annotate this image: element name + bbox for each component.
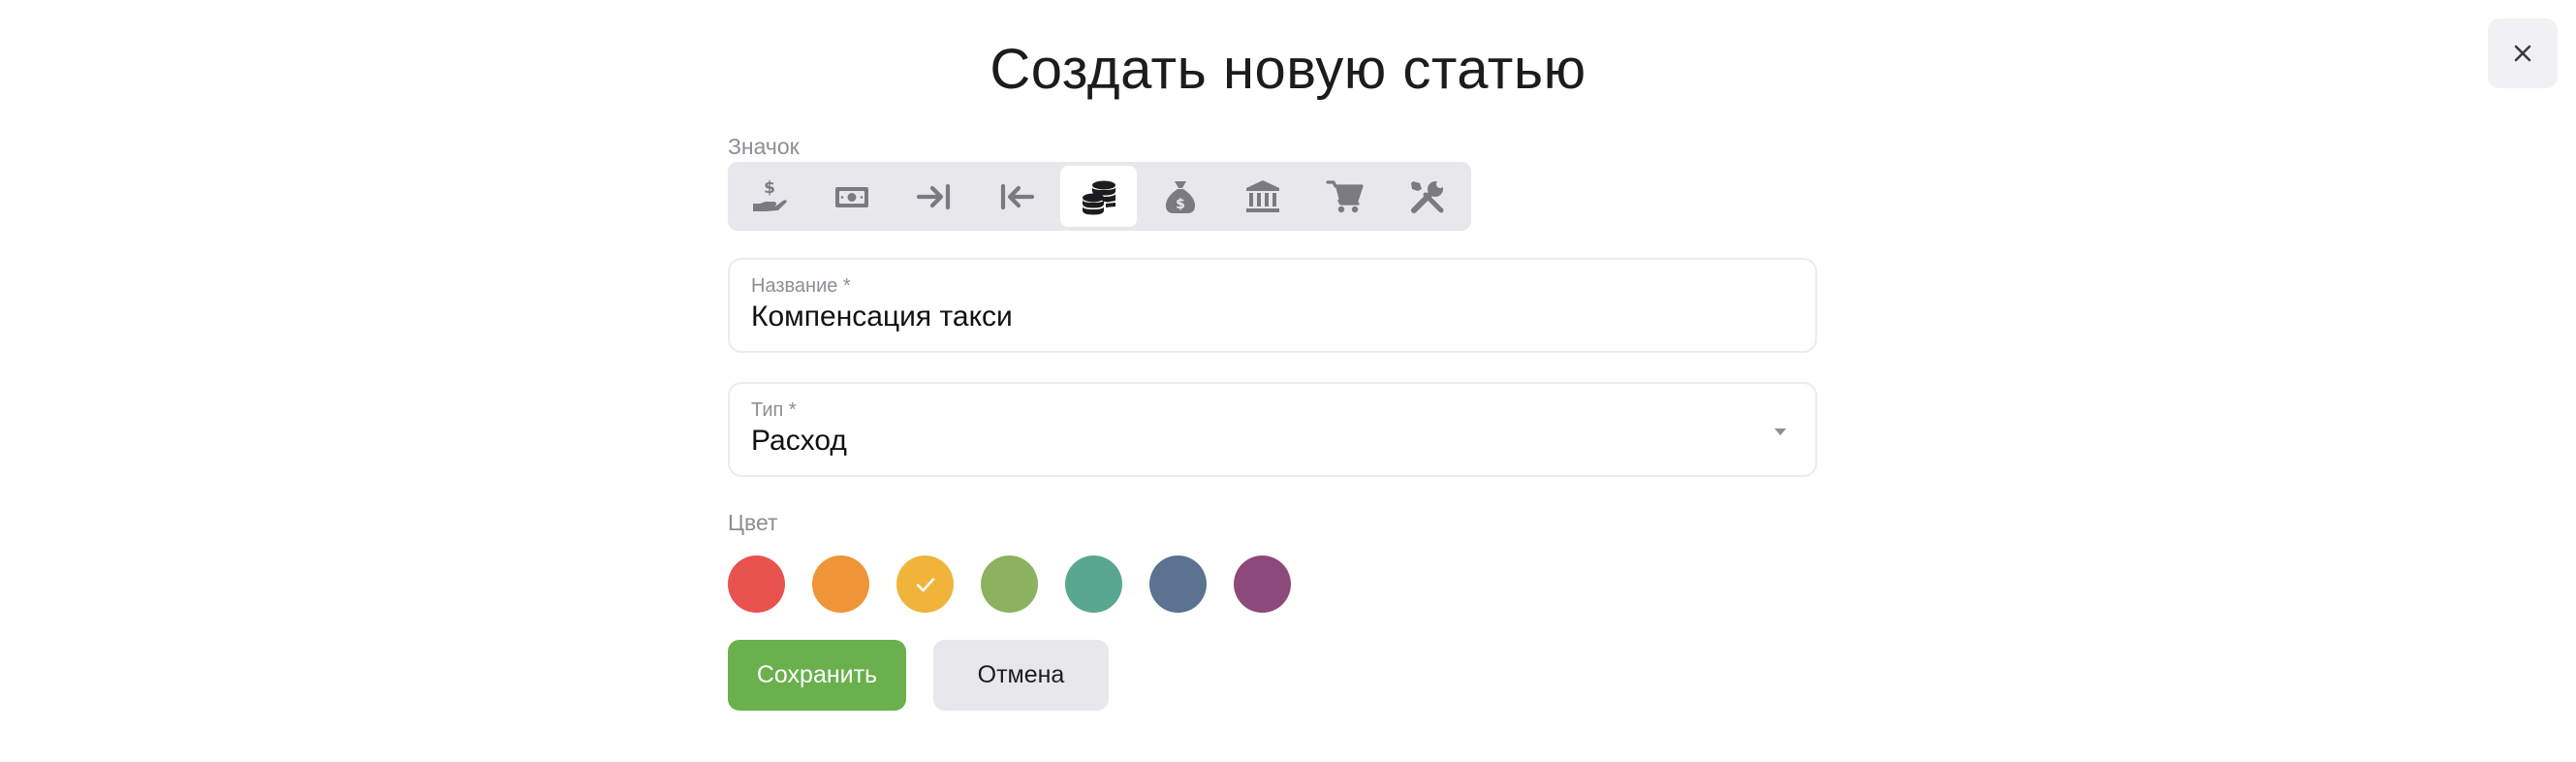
tools-icon — [1410, 179, 1444, 213]
icon-option-money-bag[interactable]: $ — [1143, 166, 1219, 227]
dialog-title: Создать новую статью — [990, 38, 1586, 101]
arrow-right-to-bar-icon — [916, 183, 951, 209]
svg-text:$: $ — [1176, 197, 1185, 212]
icon-picker-label: Значок — [728, 134, 800, 159]
checkmark-icon — [916, 577, 934, 591]
type-select-value[interactable]: Расход — [751, 425, 847, 458]
icon-option-income-arrow[interactable] — [896, 166, 973, 227]
color-picker-label: Цвет — [728, 510, 778, 535]
icon-option-money-bill[interactable] — [814, 166, 891, 227]
cancel-button[interactable]: Отмена — [933, 640, 1109, 711]
icon-picker: $ $ — [728, 162, 1471, 231]
type-select-label: Тип * — [751, 399, 797, 421]
type-select[interactable]: Тип * Расход — [728, 382, 1817, 477]
color-swatch-green[interactable] — [981, 556, 1038, 613]
svg-text:$: $ — [764, 178, 775, 198]
color-swatch-orange[interactable] — [812, 556, 869, 613]
icon-option-tools[interactable] — [1389, 166, 1465, 227]
color-swatch-teal[interactable] — [1065, 556, 1122, 613]
icon-option-hand-dollar[interactable]: $ — [732, 166, 808, 227]
color-picker — [728, 556, 1318, 613]
bank-icon — [1246, 179, 1280, 212]
color-swatch-plum[interactable] — [1234, 556, 1291, 613]
name-field[interactable]: Название * Компенсация такси — [728, 258, 1817, 353]
money-bill-icon — [835, 186, 869, 207]
name-field-value[interactable]: Компенсация такси — [751, 301, 1013, 333]
shopping-cart-icon — [1326, 179, 1364, 212]
icon-option-bank[interactable] — [1225, 166, 1302, 227]
arrow-left-from-bar-icon — [1000, 183, 1034, 209]
icon-option-expense-arrow[interactable] — [978, 166, 1054, 227]
name-field-label: Название * — [751, 275, 851, 297]
icon-option-coins[interactable] — [1060, 166, 1137, 227]
create-category-dialog: Создать новую статью Значок $ $ Название… — [0, 0, 2576, 762]
icon-option-cart[interactable] — [1306, 166, 1383, 227]
close-icon — [2514, 45, 2531, 62]
money-bag-icon: $ — [1166, 180, 1196, 213]
close-button[interactable] — [2488, 18, 2558, 88]
dropdown-caret-icon[interactable] — [1775, 429, 1786, 435]
save-button[interactable]: Сохранить — [728, 640, 906, 711]
hand-holding-dollar-icon: $ — [753, 178, 788, 211]
color-swatch-yellow[interactable] — [896, 556, 954, 613]
color-swatch-slate-blue[interactable] — [1149, 556, 1207, 613]
coins-icon — [1082, 180, 1115, 214]
color-swatch-red[interactable] — [728, 556, 785, 613]
